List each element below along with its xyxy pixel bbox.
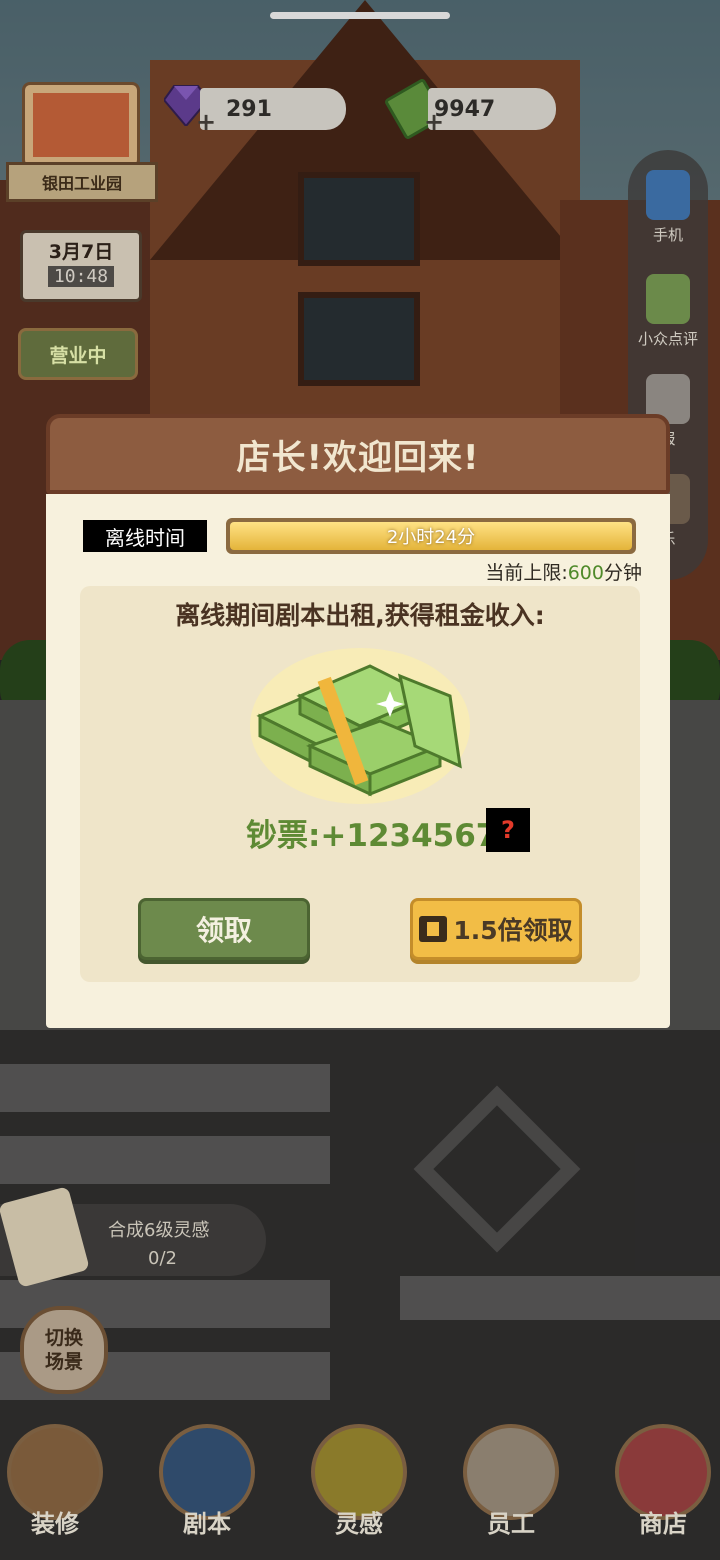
cash-counter[interactable]: + 9947	[424, 88, 556, 136]
calendar-date: 3月7日	[48, 241, 114, 263]
limit-unit: 分钟	[603, 562, 642, 584]
nav-inspiration[interactable]: 灵感	[304, 1410, 414, 1550]
building-thumbnail-icon	[33, 93, 129, 157]
quest-progress: 0/2	[148, 1248, 177, 1269]
add-cash-icon[interactable]: +	[424, 108, 444, 136]
nav-label: 剧本	[183, 1510, 231, 1538]
gem-count: 291	[226, 96, 272, 122]
quest-tracker[interactable]: 合成6级灵感 0/2	[0, 1186, 266, 1288]
dialog-title: 店长!欢迎回来!	[236, 437, 480, 478]
switch-scene-label: 切换 场景	[44, 1327, 83, 1373]
location-thumbnail[interactable]	[22, 82, 140, 168]
calendar-time: 10:48	[47, 266, 115, 287]
nav-label: 灵感	[335, 1510, 383, 1538]
nav-label: 员工	[487, 1510, 535, 1538]
side-menu-label: 小众点评	[637, 330, 698, 348]
offline-time-bar: 2小时24分	[226, 518, 636, 554]
switch-scene-button[interactable]: 切换 场景	[20, 1306, 108, 1394]
limit-value: 600	[567, 562, 604, 584]
claim-button[interactable]: 领取	[138, 898, 310, 960]
help-icon[interactable]: ?	[486, 808, 530, 852]
side-menu-reviews[interactable]: 小众点评	[628, 274, 708, 349]
double-claim-button[interactable]: 1.5倍领取	[410, 898, 582, 960]
thumbs-up-icon	[646, 274, 690, 324]
limit-prefix: 当前上限:	[485, 562, 568, 584]
nav-script[interactable]: 剧本	[152, 1410, 262, 1550]
income-card: 离线期间剧本出租,获得租金收入: 钞票:+12345678 ? 领取 1.5倍领…	[80, 586, 640, 982]
nav-label: 装修	[31, 1510, 79, 1538]
calendar-widget: 3月7日 10:48	[20, 230, 142, 302]
video-ad-icon	[419, 916, 448, 942]
nav-label: 商店	[639, 1510, 687, 1538]
double-claim-label: 1.5倍领取	[453, 916, 573, 945]
add-gems-icon[interactable]: +	[196, 108, 216, 136]
nav-shop[interactable]: 商店	[608, 1410, 718, 1550]
phone-icon	[646, 170, 690, 220]
home-indicator	[270, 12, 450, 19]
claim-button-label: 领取	[195, 914, 252, 947]
location-name: 银田工业园	[6, 162, 158, 202]
income-description: 离线期间剧本出租,获得租金收入:	[175, 601, 545, 630]
offline-limit: 当前上限:600分钟	[485, 558, 642, 585]
nav-staff[interactable]: 员工	[456, 1410, 566, 1550]
offline-time-label: 离线时间	[83, 520, 207, 552]
money-stack-icon	[250, 648, 470, 804]
gem-counter[interactable]: + 291	[196, 88, 346, 136]
quest-title: 合成6级灵感	[108, 1220, 210, 1241]
dialog-body: 离线时间 2小时24分 当前上限:600分钟 离线期间剧本出租,获得租金收入:	[46, 494, 670, 1028]
money-reward-amount: 钞票:+12345678	[246, 818, 519, 854]
side-menu-phone[interactable]: 手机	[628, 170, 708, 245]
side-menu-label: 手机	[652, 226, 683, 244]
dialog-header: 店长!欢迎回来!	[46, 414, 670, 494]
offline-duration: 2小时24分	[386, 527, 476, 548]
nav-decorate[interactable]: 装修	[0, 1410, 110, 1550]
welcome-back-dialog: 店长!欢迎回来! 离线时间 2小时24分 当前上限:600分钟 离线期间剧本出租…	[46, 414, 670, 1028]
business-status-sign[interactable]: 营业中	[18, 328, 138, 380]
bottom-nav: 装修 剧本 灵感 员工 商店	[0, 1410, 720, 1560]
